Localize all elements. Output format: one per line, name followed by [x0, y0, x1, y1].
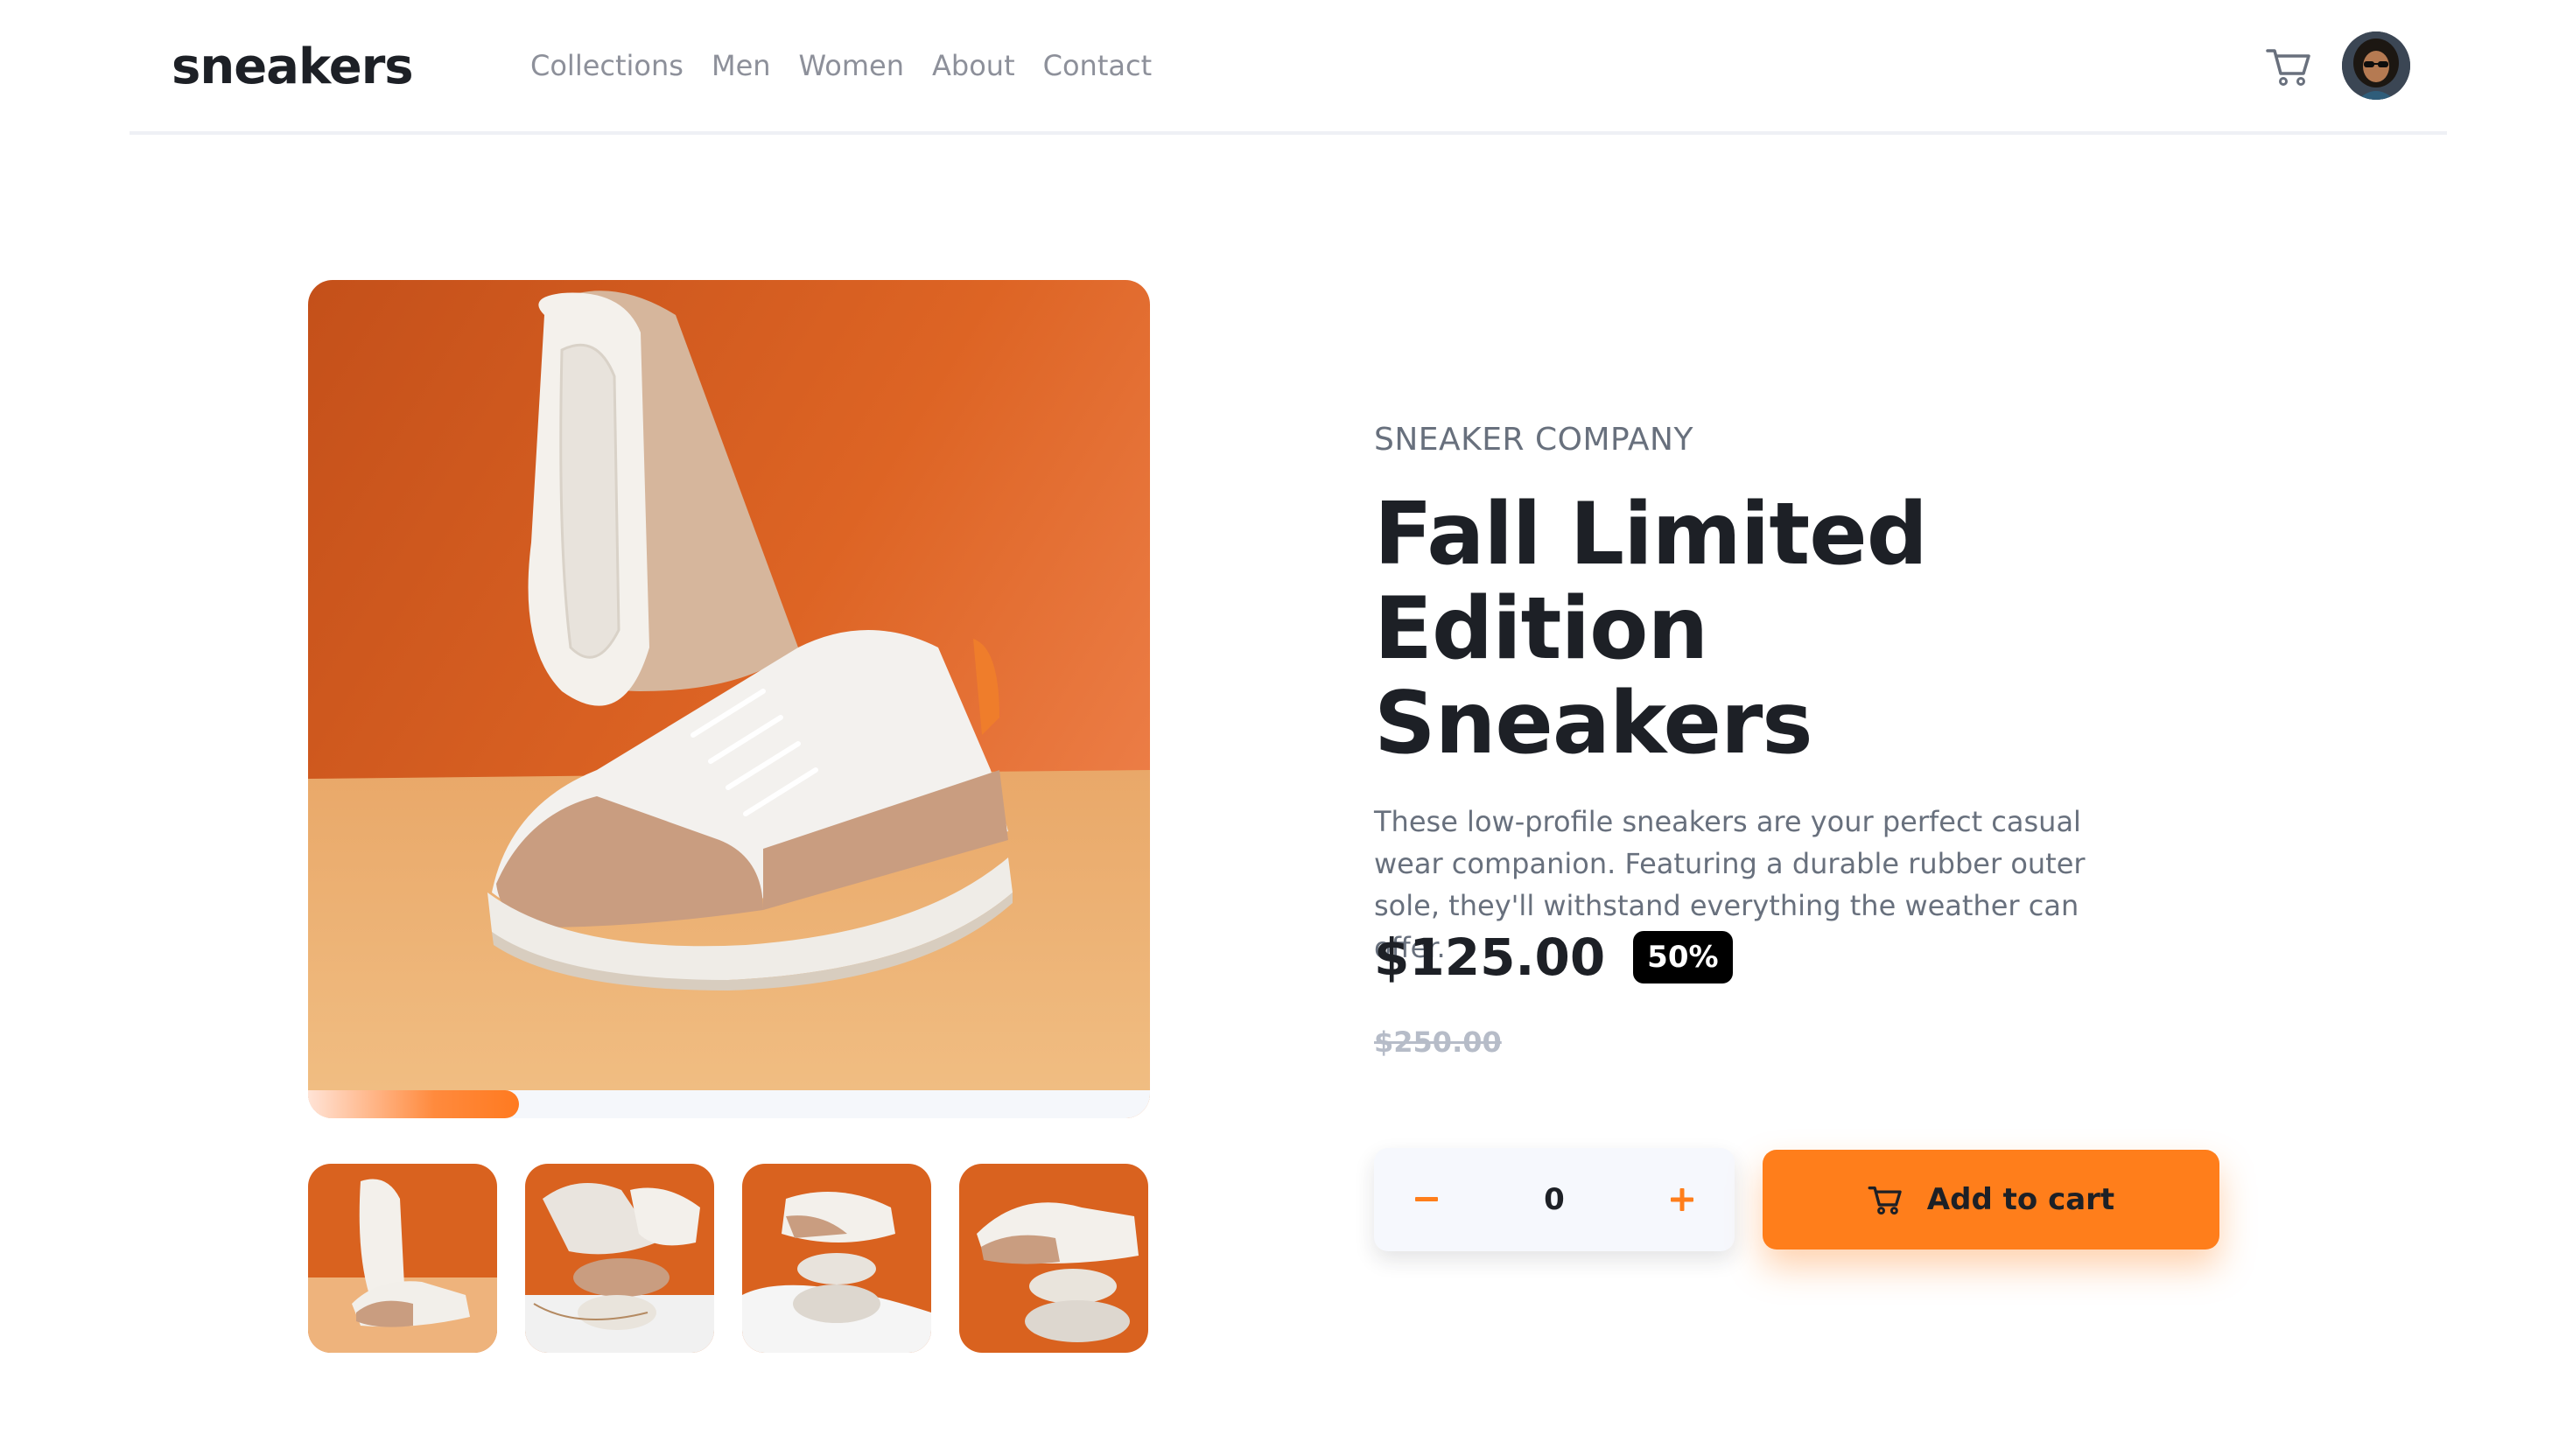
- main-nav: Collections Men Women About Contact: [530, 49, 1152, 82]
- quantity-value: 0: [1544, 1182, 1565, 1217]
- thumbnail-1[interactable]: [308, 1164, 497, 1353]
- add-to-cart-button[interactable]: Add to cart: [1763, 1150, 2219, 1250]
- product-main-image[interactable]: [308, 280, 1150, 1118]
- image-progress-fill: [308, 1090, 519, 1118]
- user-avatar[interactable]: [2342, 32, 2410, 100]
- discount-badge: 50%: [1633, 931, 1733, 984]
- company-name: SNEAKER COMPANY: [1374, 422, 1693, 458]
- product-title-line-1: Fall Limited Edition: [1374, 485, 1928, 679]
- image-progress-track: [308, 1090, 1150, 1118]
- decrease-quantity-button[interactable]: [1374, 1148, 1479, 1251]
- product-title-line-2: Sneakers: [1374, 674, 1813, 774]
- cart-icon[interactable]: [2265, 46, 2312, 88]
- nav-item-about[interactable]: About: [932, 49, 1015, 82]
- product-title: Fall Limited Edition Sneakers: [1374, 487, 2240, 771]
- thumbnail-3[interactable]: [742, 1164, 931, 1353]
- add-to-cart-label: Add to cart: [1926, 1182, 2115, 1217]
- price-row: $125.00 50%: [1374, 928, 1733, 987]
- product-details: SNEAKER COMPANY Fall Limited Edition Sne…: [1374, 422, 2240, 1059]
- cart-icon: [1868, 1186, 1902, 1215]
- plus-icon: [1671, 1188, 1693, 1211]
- nav-item-collections[interactable]: Collections: [530, 49, 684, 82]
- current-price: $125.00: [1374, 928, 1606, 987]
- site-header: sneakers Collections Men Women About Con…: [130, 0, 2447, 135]
- original-price: $250.00: [1374, 1026, 1502, 1059]
- quantity-stepper: 0: [1374, 1148, 1735, 1251]
- nav-item-men[interactable]: Men: [712, 49, 771, 82]
- minus-icon: [1415, 1197, 1438, 1201]
- thumbnail-strip: [308, 1164, 1148, 1353]
- nav-item-women[interactable]: Women: [799, 49, 904, 82]
- increase-quantity-button[interactable]: [1630, 1148, 1735, 1251]
- thumbnail-2[interactable]: [525, 1164, 714, 1353]
- brand-logo[interactable]: sneakers: [172, 38, 414, 95]
- nav-item-contact[interactable]: Contact: [1043, 49, 1153, 82]
- thumbnail-4[interactable]: [959, 1164, 1148, 1353]
